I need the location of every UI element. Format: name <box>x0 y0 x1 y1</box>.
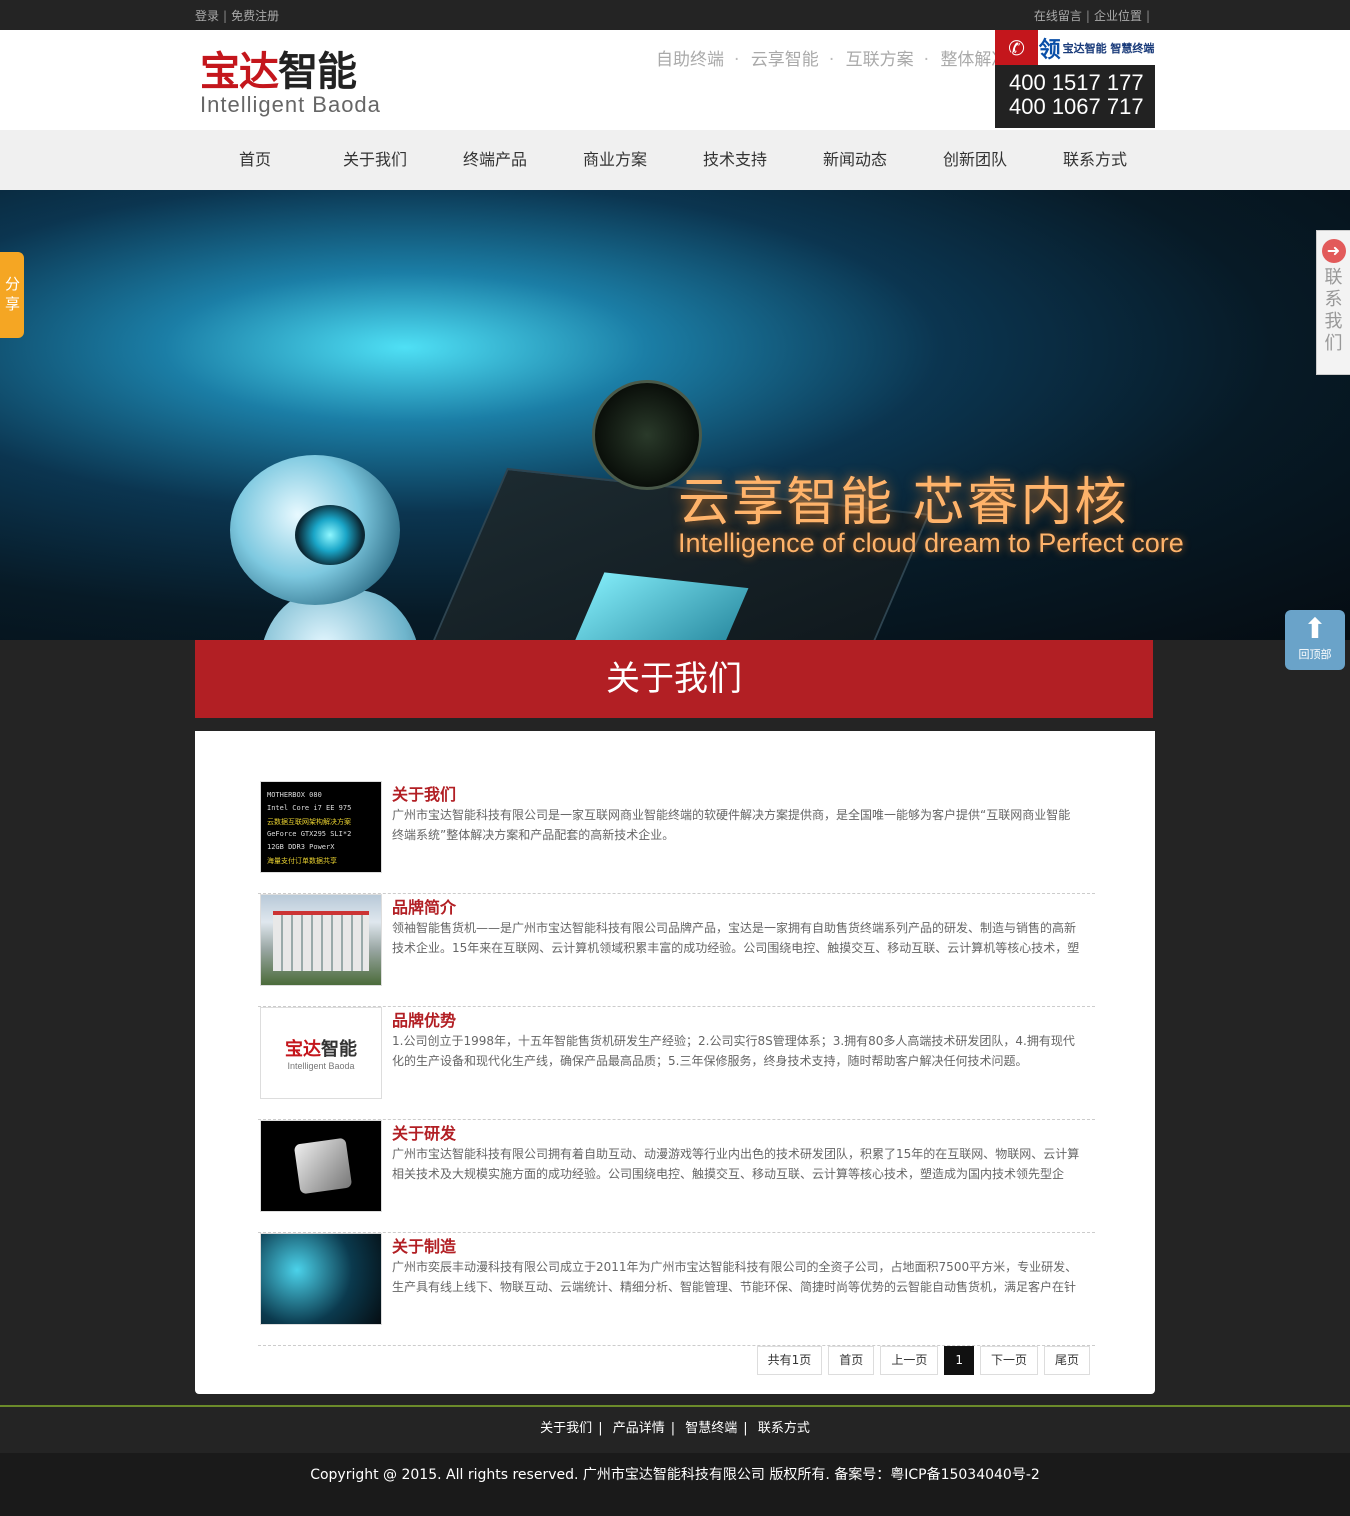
logo-english: Intelligent Baoda <box>200 92 381 117</box>
item-description: 领袖智能售货机——是广州市宝达智能科技有限公司品牌产品，宝达是一家拥有自助售货终… <box>392 921 1080 955</box>
nav-item-news[interactable]: 新闻动态 <box>795 130 915 190</box>
brand-badge: 领宝达智能 智慧终端 <box>1038 30 1155 65</box>
item-description: 广州市奕辰丰动漫科技有限公司成立于2011年为广州市宝达智能科技有限公司的全资子… <box>392 1260 1078 1294</box>
list-item[interactable]: MOTHERBOX 080 Intel Core i7 EE 975 云数据互联… <box>258 781 1095 894</box>
item-thumbnail[interactable] <box>260 1120 382 1212</box>
hotline-number: 400 1517 177 <box>1009 70 1144 95</box>
contact-us-tab[interactable]: ➜ 联系我们 <box>1316 230 1350 375</box>
account-links: 登录 | 免费注册 <box>195 9 280 23</box>
list-item[interactable]: 关于研发 广州市宝达智能科技有限公司拥有着自助互动、动漫游戏等行业内出色的技术研… <box>258 1120 1095 1233</box>
item-thumbnail[interactable] <box>260 1233 382 1325</box>
header: 宝达智能 Intelligent Baoda 自助终端 · 云享智能 · 互联方案 ·… <box>0 30 1350 130</box>
item-description: 广州市宝达智能科技有限公司是一家互联网商业智能终端的软硬件解决方案提供商，是全国… <box>392 808 1071 842</box>
list-item[interactable]: 关于制造 广州市奕辰丰动漫科技有限公司成立于2011年为广州市宝达智能科技有限公… <box>258 1233 1095 1346</box>
share-tab[interactable]: 分享 <box>0 252 24 338</box>
arrow-left-icon: ➜ <box>1321 239 1346 263</box>
item-title[interactable]: 品牌优势 <box>392 1007 456 1031</box>
item-description: 1.公司创立于1998年，十五年智能售货机研发生产经验；2.公司实行8S管理体系… <box>392 1034 1075 1068</box>
register-link[interactable]: 免费注册 <box>231 9 279 23</box>
top-bar: 登录 | 免费注册 在线留言 | 企业位置 | <box>0 0 1350 30</box>
site-logo[interactable]: 宝达智能 Intelligent Baoda <box>200 50 400 120</box>
item-thumbnail[interactable] <box>260 894 382 986</box>
item-title[interactable]: 关于研发 <box>392 1120 456 1144</box>
pager-next-button[interactable]: 下一页 <box>979 1346 1038 1375</box>
nav-item-team[interactable]: 创新团队 <box>915 130 1035 190</box>
robot-eye-graphic <box>295 505 365 565</box>
main-nav: 首页 关于我们 终端产品 商业方案 技术支持 新闻动态 创新团队 联系方式 <box>0 130 1350 190</box>
footer-link-about[interactable]: 关于我们 <box>540 1421 592 1436</box>
nav-item-contact[interactable]: 联系方式 <box>1035 130 1155 190</box>
item-title[interactable]: 关于我们 <box>392 781 456 805</box>
footer-link-products[interactable]: 产品详情 <box>613 1421 665 1436</box>
cpu-graphic <box>293 1137 353 1195</box>
nav-item-about[interactable]: 关于我们 <box>315 130 435 190</box>
section-title: 关于我们 <box>195 640 1153 718</box>
banner-tagline-english: Intelligence of cloud dream to Perfect c… <box>678 528 1184 558</box>
phone-icon: ✆ <box>995 30 1038 65</box>
list-item[interactable]: 品牌简介 领袖智能售货机——是广州市宝达智能科技有限公司品牌产品，宝达是一家拥有… <box>258 894 1095 1007</box>
hotline-number: 400 1067 717 <box>1009 94 1144 119</box>
login-link[interactable]: 登录 <box>195 9 219 23</box>
item-thumbnail[interactable]: MOTHERBOX 080 Intel Core i7 EE 975 云数据互联… <box>260 781 382 873</box>
arrow-up-icon: ⬆ <box>1303 612 1327 645</box>
header-slogan: 自助终端 · 云享智能 · 互联方案 · 整体解决 <box>656 50 1009 70</box>
message-link[interactable]: 在线留言 <box>1034 9 1082 23</box>
hotline-box: ✆ 领宝达智能 智慧终端 400 1517 177 400 1067 717 <box>995 30 1155 128</box>
item-thumbnail[interactable]: 宝达智能 Intelligent Baoda <box>260 1007 382 1099</box>
back-to-top-button[interactable]: ⬆ 回顶部 <box>1285 610 1345 670</box>
pagination: 共有1页 首页 上一页 1 下一页 尾页 <box>756 1346 1090 1375</box>
footer-link-contact[interactable]: 联系方式 <box>758 1421 810 1436</box>
pager-first-button[interactable]: 首页 <box>828 1346 875 1375</box>
hero-banner[interactable]: 云享智能 芯睿内核 Intelligence of cloud dream to… <box>0 190 1350 640</box>
utility-links: 在线留言 | 企业位置 | <box>1033 9 1150 23</box>
building-graphic <box>273 911 369 971</box>
item-title[interactable]: 关于制造 <box>392 1233 456 1257</box>
banner-tagline: 云享智能 芯睿内核 <box>678 473 1129 533</box>
pager-total: 共有1页 <box>756 1346 823 1375</box>
nav-item-solutions[interactable]: 商业方案 <box>555 130 675 190</box>
footer-links: 关于我们 | 产品详情 | 智慧终端 | 联系方式 <box>0 1407 1350 1453</box>
content-panel: MOTHERBOX 080 Intel Core i7 EE 975 云数据互联… <box>195 731 1155 1394</box>
location-link[interactable]: 企业位置 <box>1094 9 1142 23</box>
footer-copyright: Copyright @ 2015. All rights reserved. 广… <box>0 1453 1350 1516</box>
list-item[interactable]: 宝达智能 Intelligent Baoda 品牌优势 1.公司创立于1998年… <box>258 1007 1095 1120</box>
nav-item-products[interactable]: 终端产品 <box>435 130 555 190</box>
item-description: 广州市宝达智能科技有限公司拥有着自助互动、动漫游戏等行业内出色的技术研发团队，积… <box>392 1147 1080 1181</box>
pager-last-button[interactable]: 尾页 <box>1043 1346 1090 1375</box>
nav-item-home[interactable]: 首页 <box>195 130 315 190</box>
pager-prev-button[interactable]: 上一页 <box>880 1346 939 1375</box>
footer-link-terminals[interactable]: 智慧终端 <box>685 1421 737 1436</box>
pager-current-page[interactable]: 1 <box>944 1346 974 1375</box>
nav-item-support[interactable]: 技术支持 <box>675 130 795 190</box>
item-title[interactable]: 品牌简介 <box>392 894 456 918</box>
